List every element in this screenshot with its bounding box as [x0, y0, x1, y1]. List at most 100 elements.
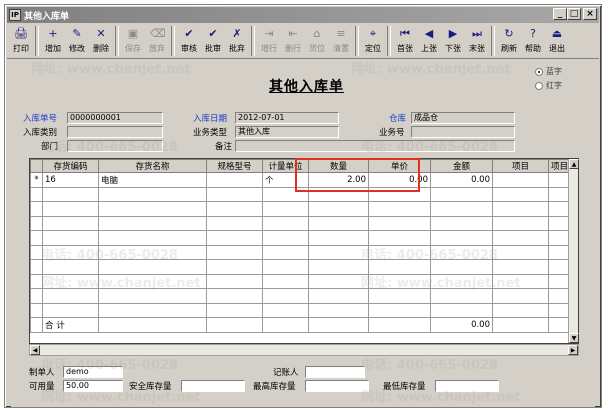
table-cell[interactable]	[308, 273, 369, 289]
table-cell[interactable]	[262, 244, 309, 260]
table-row[interactable]	[30, 302, 571, 318]
business-type-field[interactable]: 其他入库	[235, 126, 339, 138]
table-row[interactable]	[30, 288, 571, 304]
table-cell[interactable]	[368, 259, 431, 275]
table-cell[interactable]	[368, 186, 431, 202]
table-cell[interactable]	[206, 215, 263, 231]
bookkeeper-field[interactable]	[305, 366, 365, 378]
table-cell[interactable]: 0.00	[368, 172, 431, 188]
table-cell[interactable]	[30, 215, 43, 231]
table-cell[interactable]	[430, 215, 493, 231]
table-cell[interactable]	[206, 273, 263, 289]
minimize-button[interactable]: _	[553, 8, 567, 20]
table-cell[interactable]	[430, 230, 493, 246]
table-cell[interactable]	[42, 186, 99, 202]
horizontal-scrollbar[interactable]: ◀ ▶	[29, 344, 579, 356]
table-cell[interactable]: 2.00	[308, 172, 369, 188]
scroll-down-icon[interactable]: ▼	[569, 333, 579, 343]
toolbar-button-audit[interactable]: ✔ 审核	[177, 25, 201, 57]
table-cell[interactable]	[98, 244, 207, 260]
table-cell[interactable]	[430, 288, 493, 304]
table-cell[interactable]	[98, 302, 207, 318]
scroll-right-icon[interactable]: ▶	[568, 345, 578, 355]
table-cell[interactable]	[368, 215, 431, 231]
table-cell[interactable]	[308, 302, 369, 318]
table-cell[interactable]	[492, 215, 549, 231]
table-cell[interactable]	[308, 186, 369, 202]
table-cell[interactable]	[262, 302, 309, 318]
receipt-type-field[interactable]	[67, 126, 163, 138]
toolbar-button-exit[interactable]: ⏏ 退出	[545, 25, 569, 57]
table-cell[interactable]	[42, 215, 99, 231]
table-cell[interactable]	[492, 302, 549, 318]
scroll-left-icon[interactable]: ◀	[30, 345, 40, 355]
table-cell[interactable]	[206, 172, 263, 188]
table-cell[interactable]	[30, 273, 43, 289]
table-cell[interactable]	[206, 201, 263, 217]
table-cell[interactable]: 个	[262, 172, 309, 188]
table-cell[interactable]	[492, 172, 549, 188]
table-cell[interactable]	[262, 288, 309, 304]
table-cell[interactable]	[30, 259, 43, 275]
table-cell[interactable]	[308, 259, 369, 275]
toolbar-button-batch-abandon[interactable]: ✗ 批弃	[225, 25, 249, 57]
table-cell[interactable]	[368, 273, 431, 289]
table-row[interactable]	[30, 215, 571, 231]
column-header[interactable]	[30, 159, 43, 173]
table-cell[interactable]	[368, 230, 431, 246]
table-cell[interactable]	[430, 244, 493, 260]
radio-red[interactable]: 红字	[535, 80, 562, 91]
available-field[interactable]: 50.00	[63, 380, 123, 392]
table-cell[interactable]	[308, 230, 369, 246]
table-cell[interactable]	[262, 186, 309, 202]
table-row[interactable]	[30, 201, 571, 217]
toolbar-button-batch-audit[interactable]: ✔ 批审	[201, 25, 225, 57]
table-cell[interactable]	[30, 288, 43, 304]
table-cell[interactable]	[492, 259, 549, 275]
table-cell[interactable]: 0.00	[430, 172, 493, 188]
table-cell[interactable]	[42, 201, 99, 217]
table-cell[interactable]	[492, 288, 549, 304]
table-cell[interactable]	[206, 302, 263, 318]
column-header[interactable]: 金额	[430, 159, 493, 173]
toolbar-button-help[interactable]: ? 帮助	[521, 25, 545, 57]
table-cell[interactable]	[492, 273, 549, 289]
toolbar-button-delete[interactable]: ✕ 删除	[89, 25, 113, 57]
table-cell[interactable]	[30, 201, 43, 217]
table-cell[interactable]	[206, 288, 263, 304]
table-cell[interactable]	[262, 201, 309, 217]
department-field[interactable]	[67, 140, 163, 152]
table-cell[interactable]	[308, 215, 369, 231]
table-cell[interactable]	[98, 201, 207, 217]
table-cell[interactable]	[206, 186, 263, 202]
table-cell[interactable]	[42, 273, 99, 289]
table-cell[interactable]	[368, 201, 431, 217]
table-cell[interactable]	[30, 244, 43, 260]
table-cell[interactable]	[262, 273, 309, 289]
table-cell[interactable]	[492, 201, 549, 217]
toolbar-button-refresh[interactable]: ↻ 刷新	[497, 25, 521, 57]
column-header[interactable]: 计量单位	[262, 159, 309, 173]
table-cell[interactable]	[42, 288, 99, 304]
table-cell[interactable]	[430, 273, 493, 289]
close-button[interactable]: ×	[583, 8, 597, 20]
table-cell[interactable]	[430, 259, 493, 275]
receipt-date-field[interactable]: 2012-07-01	[235, 112, 339, 124]
table-cell[interactable]	[262, 215, 309, 231]
table-row[interactable]	[30, 230, 571, 246]
warehouse-field[interactable]: 成品仓	[411, 112, 515, 124]
table-row[interactable]: * 16 电脑个 2.00 0.00 0.00	[30, 172, 571, 188]
table-row[interactable]	[30, 259, 571, 275]
receipt-no-field[interactable]: 0000000001	[67, 112, 163, 124]
maker-field[interactable]: demo	[63, 366, 123, 378]
table-cell[interactable]: 电脑	[98, 172, 207, 188]
table-cell[interactable]	[308, 244, 369, 260]
toolbar-button-edit[interactable]: ✎ 修改	[65, 25, 89, 57]
scroll-up-icon[interactable]: ▲	[569, 159, 579, 169]
table-cell[interactable]	[368, 288, 431, 304]
toolbar-button-first[interactable]: ⏮ 首张	[393, 25, 417, 57]
toolbar-button-last[interactable]: ⏭ 末张	[465, 25, 489, 57]
table-cell[interactable]	[30, 302, 43, 318]
table-cell[interactable]	[262, 230, 309, 246]
table-cell[interactable]	[42, 259, 99, 275]
